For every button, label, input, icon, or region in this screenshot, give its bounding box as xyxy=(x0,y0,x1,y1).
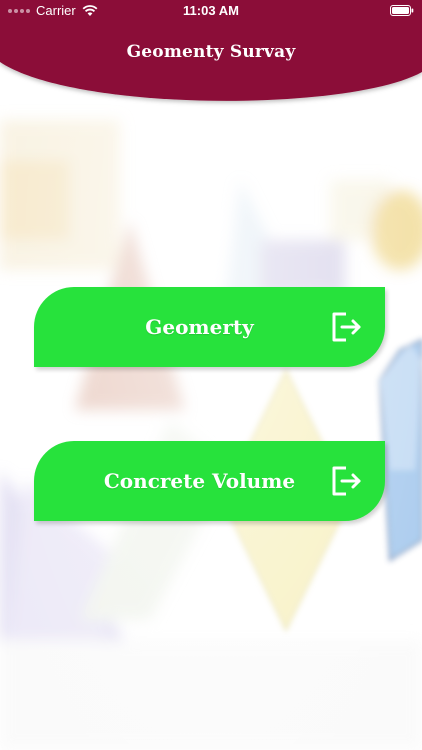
page-title: Geomenty Survay xyxy=(126,42,296,62)
concrete-volume-button-label: Concrete Volume xyxy=(103,469,296,493)
logout-arrow-icon xyxy=(332,466,361,496)
geometry-button-label: Geomerty xyxy=(145,315,254,339)
geometry-button[interactable]: Geomerty xyxy=(34,287,385,367)
logout-arrow-icon xyxy=(332,312,361,342)
concrete-volume-button[interactable]: Concrete Volume xyxy=(34,441,385,521)
status-time: 11:03 AM xyxy=(183,3,239,18)
battery-icon xyxy=(390,5,414,16)
background-veil xyxy=(0,0,422,750)
status-bar: Carrier 11:03 AM xyxy=(0,0,422,22)
